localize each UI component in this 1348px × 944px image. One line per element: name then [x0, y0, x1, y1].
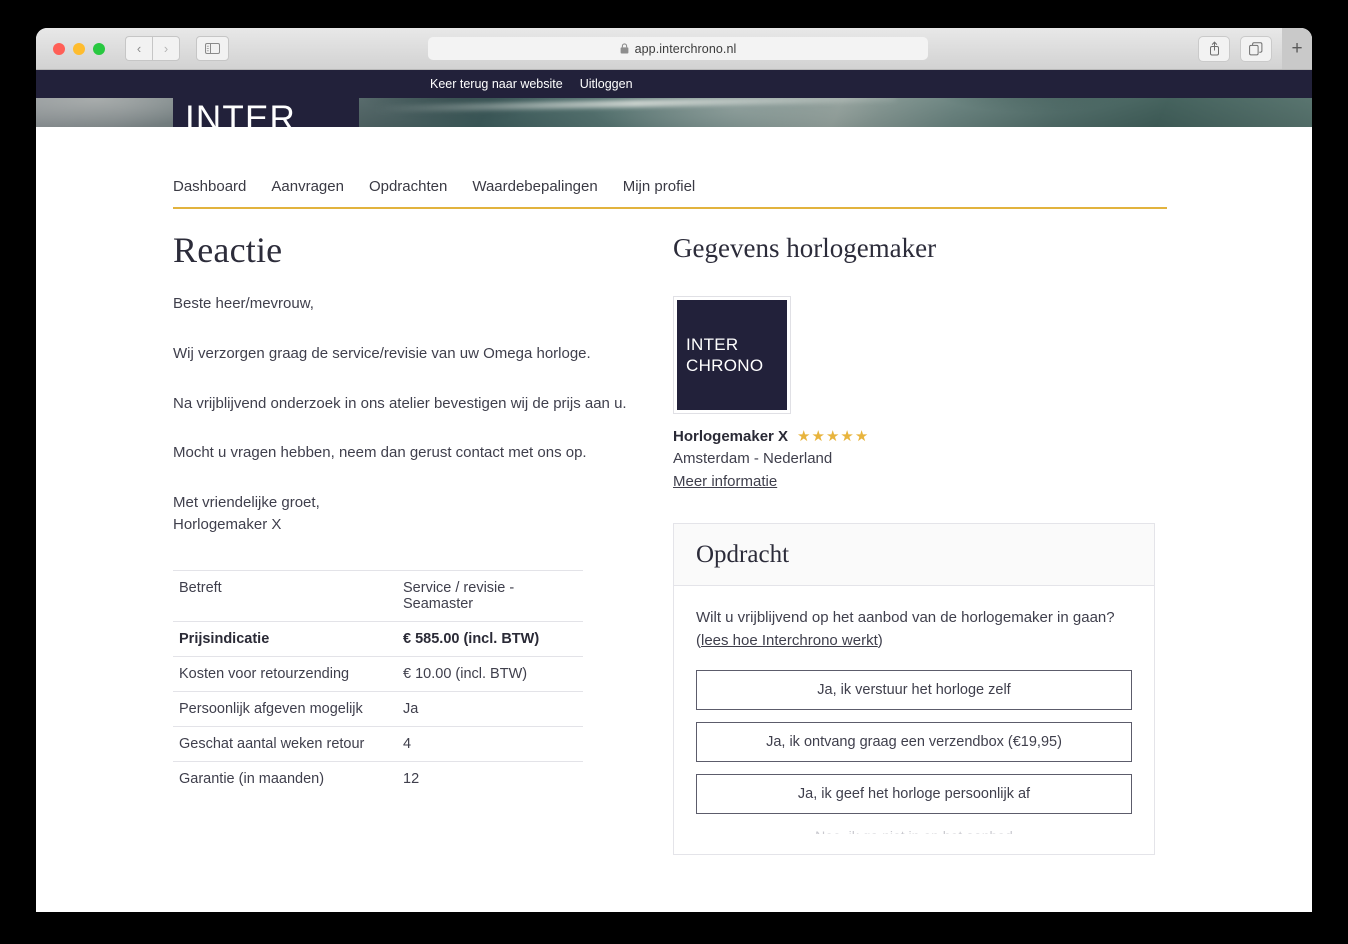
- letter-signature: Horlogemaker X: [173, 515, 282, 533]
- table-row: Geschat aantal weken retour 4: [173, 726, 583, 761]
- detail-key: Geschat aantal weken retour: [179, 735, 365, 752]
- toolbar-right-group: +: [1198, 28, 1312, 69]
- letter-paragraph-2: Na vrijblijvend onderzoek in ons atelier…: [173, 394, 627, 412]
- letter-greeting: Beste heer/mevrouw,: [173, 295, 314, 312]
- detail-value: 4: [403, 735, 412, 752]
- watchmaker-logo-line1: INTER: [686, 335, 739, 354]
- more-info-link[interactable]: Meer informatie: [673, 473, 777, 490]
- page-body: Dashboard Aanvragen Opdrachten Waardebep…: [36, 127, 1312, 912]
- forward-button[interactable]: ›: [152, 36, 180, 61]
- letter-paragraph-3: Mocht u vragen hebben, neem dan gerust c…: [173, 444, 587, 462]
- table-row: Garantie (in maanden) 12: [173, 761, 583, 796]
- plus-icon: +: [1291, 38, 1303, 59]
- assignment-link-close-paren: ): [877, 631, 883, 649]
- chevron-right-icon: ›: [163, 41, 169, 56]
- assignment-question: Wilt u vrijblijvend op het aanbod van de…: [696, 607, 1132, 653]
- chevron-left-icon: ‹: [136, 41, 142, 56]
- address-bar[interactable]: app.interchrono.nl: [428, 37, 928, 60]
- watchmaker-location: Amsterdam - Nederland: [673, 450, 833, 467]
- offer-details-body: Betreft Service / revisie - Seamaster Pr…: [173, 570, 583, 796]
- back-to-website-link[interactable]: Keer terug naar website: [430, 77, 563, 91]
- copy-tabs-icon: [1249, 41, 1263, 55]
- assignment-card-title: Opdracht: [696, 541, 790, 568]
- navigation-buttons: ‹ ›: [125, 36, 180, 61]
- website-viewport: Keer terug naar website Uitloggen INTER …: [36, 70, 1312, 912]
- watchmaker-logo: INTER CHRONO: [673, 296, 791, 414]
- nav-item-mijn-profiel[interactable]: Mijn profiel: [623, 178, 696, 197]
- tab-overview-button[interactable]: [1240, 35, 1272, 62]
- nav-item-aanvragen[interactable]: Aanvragen: [271, 178, 344, 197]
- main-navigation: Dashboard Aanvragen Opdrachten Waardebep…: [173, 127, 1167, 209]
- detail-key: Persoonlijk afgeven mogelijk: [179, 700, 363, 717]
- browser-window: ‹ › app.interchrono.nl + Keer terug naar…: [36, 28, 1312, 912]
- share-button[interactable]: [1198, 35, 1230, 62]
- watchmaker-logo-inner: INTER CHRONO: [677, 300, 787, 410]
- window-controls: [53, 42, 105, 55]
- watchmaker-section-title: Gegevens horlogemaker: [673, 233, 937, 263]
- table-row: Persoonlijk afgeven mogelijk Ja: [173, 691, 583, 726]
- letter-signoff: Met vriendelijke groet, Horlogemaker X: [173, 492, 663, 536]
- maximize-window-button[interactable]: [93, 42, 105, 55]
- close-window-button[interactable]: [53, 42, 65, 55]
- response-letter: Beste heer/mevrouw, Wij verzorgen graag …: [173, 293, 663, 536]
- nav-item-opdrachten[interactable]: Opdrachten: [369, 178, 447, 197]
- detail-value: € 585.00 (incl. BTW): [403, 630, 540, 647]
- table-row: Betreft Service / revisie - Seamaster: [173, 570, 583, 621]
- browser-toolbar: ‹ › app.interchrono.nl +: [36, 28, 1312, 70]
- share-icon: [1209, 41, 1219, 56]
- table-row: Kosten voor retourzending € 10.00 (incl.…: [173, 656, 583, 691]
- table-row: Prijsindicatie € 585.00 (incl. BTW): [173, 621, 583, 656]
- nav-item-waardebepalingen[interactable]: Waardebepalingen: [472, 178, 597, 197]
- utility-links: Keer terug naar website Uitloggen: [430, 70, 633, 98]
- letter-closing: Met vriendelijke groet,: [173, 494, 320, 511]
- detail-key: Garantie (in maanden): [179, 770, 325, 787]
- logout-link[interactable]: Uitloggen: [580, 77, 633, 91]
- assignment-card: Opdracht Wilt u vrijblijvend op het aanb…: [673, 523, 1155, 855]
- star-rating-icon: ★★★★★: [797, 428, 870, 445]
- detail-value: 12: [403, 770, 420, 787]
- screen: ‹ › app.interchrono.nl + Keer terug naar…: [0, 0, 1348, 944]
- assignment-card-body: Wilt u vrijblijvend op het aanbod van de…: [674, 586, 1154, 854]
- how-it-works-link[interactable]: lees hoe Interchrono werkt: [701, 632, 878, 649]
- offer-details-table: Betreft Service / revisie - Seamaster Pr…: [173, 570, 583, 797]
- right-column: Gegevens horlogemaker INTER CHRONO Horlo…: [663, 229, 1167, 855]
- detail-value: Service / revisie - Seamaster: [403, 579, 515, 612]
- watchmaker-name-row: Horlogemaker X ★★★★★: [673, 428, 1167, 445]
- letter-paragraph-1: Wij verzorgen graag de service/revisie v…: [173, 344, 591, 362]
- page-title: Reactie: [173, 230, 283, 270]
- watchmaker-logo-line2: CHRONO: [686, 356, 764, 375]
- nav-item-dashboard[interactable]: Dashboard: [173, 178, 246, 197]
- minimize-window-button[interactable]: [73, 42, 85, 55]
- content-container: Dashboard Aanvragen Opdrachten Waardebep…: [173, 127, 1167, 855]
- detail-key: Prijsindicatie: [179, 630, 270, 647]
- option-receive-shipping-box-button[interactable]: Ja, ik ontvang graag een verzendbox (€19…: [696, 721, 1132, 762]
- detail-key: Betreft: [179, 579, 222, 596]
- url-text: app.interchrono.nl: [634, 41, 737, 56]
- new-tab-button[interactable]: +: [1282, 28, 1312, 69]
- option-deliver-in-person-button[interactable]: Ja, ik geef het horloge persoonlijk af: [696, 773, 1132, 814]
- assignment-card-header: Opdracht: [674, 524, 1154, 586]
- watchmaker-name: Horlogemaker X: [673, 428, 789, 445]
- lock-icon: [620, 43, 628, 54]
- two-column-layout: Reactie Beste heer/mevrouw, Wij verzorge…: [173, 209, 1167, 855]
- detail-value: Ja: [403, 700, 419, 717]
- sidebar-icon: [205, 43, 220, 54]
- left-column: Reactie Beste heer/mevrouw, Wij verzorge…: [173, 229, 663, 855]
- detail-value: € 10.00 (incl. BTW): [403, 665, 528, 682]
- assignment-question-text: Wilt u vrijblijvend op het aanbod van de…: [696, 609, 1115, 626]
- detail-key: Kosten voor retourzending: [179, 665, 350, 682]
- decline-option-cutoff[interactable]: Nee, ik ga niet in op het aanbod: [696, 827, 1132, 834]
- toggle-sidebar-button[interactable]: [196, 36, 229, 61]
- back-button[interactable]: ‹: [125, 36, 152, 61]
- option-send-watch-myself-button[interactable]: Ja, ik verstuur het horloge zelf: [696, 669, 1132, 710]
